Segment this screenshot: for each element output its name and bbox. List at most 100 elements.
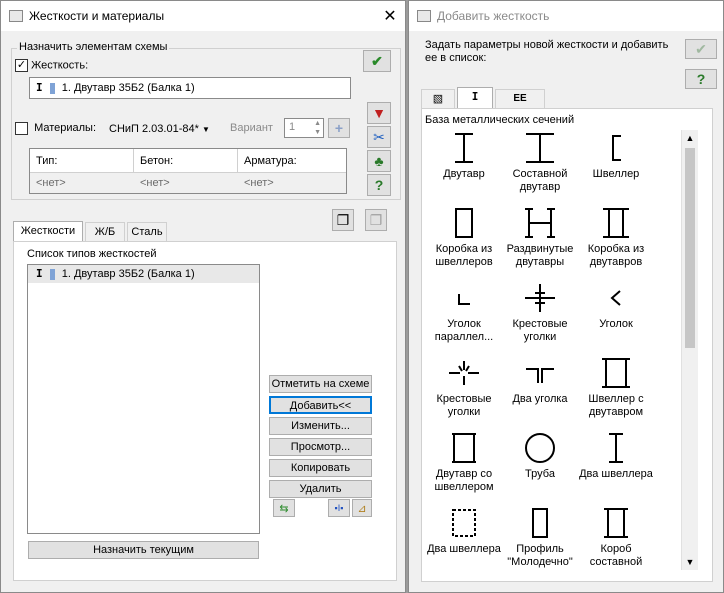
section-item[interactable]: Профиль "Молодечно" bbox=[502, 505, 578, 580]
stiffness-value: 1. Двутавр 35Б2 (Балка 1) bbox=[61, 82, 195, 94]
section-item[interactable]: Раздвинутые двутавры bbox=[502, 205, 578, 280]
section-item[interactable]: Коробка из двутавров bbox=[578, 205, 654, 280]
section-label: Профиль "Молодечно" bbox=[507, 543, 573, 568]
section-label: Коробка из швеллеров bbox=[435, 243, 493, 268]
ruler-icon[interactable]: ⊿ bbox=[352, 499, 372, 517]
section-label: Два уголка bbox=[512, 393, 568, 405]
scissors-icon[interactable]: ✂ bbox=[367, 126, 391, 148]
norm-value: СНиП 2.03.01-84* bbox=[109, 123, 199, 135]
materials-row[interactable]: Материалы: bbox=[15, 122, 96, 135]
table-header-concrete: Бетон: bbox=[134, 149, 238, 172]
cross-angles-icon bbox=[520, 280, 560, 316]
section-item[interactable]: Крестовые уголки bbox=[426, 355, 502, 430]
apply-check-button[interactable]: ✔ bbox=[685, 39, 717, 59]
copy-pages-icon[interactable]: ❐ bbox=[332, 209, 354, 231]
list-item[interactable]: I 1. Двутавр 35Б2 (Балка 1) bbox=[28, 265, 259, 283]
table-cell-rebar: <нет> bbox=[244, 177, 274, 189]
stiffness-checkbox-row[interactable]: ✓ Жесткость: bbox=[15, 59, 88, 72]
title-bar: Добавить жесткость bbox=[409, 1, 723, 31]
mark-on-scheme-button[interactable]: Отметить на схеме bbox=[269, 375, 372, 393]
help-icon[interactable]: ? bbox=[367, 174, 391, 196]
section-item[interactable]: Швеллер bbox=[578, 130, 654, 205]
sections-icon[interactable]: ▪I▪ bbox=[328, 499, 350, 517]
two-channels-box-icon bbox=[444, 505, 484, 541]
section-label: Уголок параллел... bbox=[434, 318, 494, 343]
chevron-down-icon: ▼ bbox=[201, 125, 210, 134]
paste-pages-icon[interactable]: ❐ bbox=[365, 209, 387, 231]
i-beam-icon: I bbox=[36, 267, 43, 280]
edit-button[interactable]: Изменить... bbox=[269, 417, 372, 435]
stiffness-materials-window: Жесткости и материалы ✕ Назначить элемен… bbox=[0, 0, 406, 593]
section-item[interactable]: Короб составной bbox=[578, 505, 654, 580]
section-label: Два швеллера bbox=[579, 468, 653, 480]
description-text: Задать параметры новой жесткости и добав… bbox=[425, 39, 669, 64]
variant-spinner[interactable]: 1 ▲ ▼ bbox=[284, 118, 324, 138]
angle-icon bbox=[596, 280, 636, 316]
scrollbar-thumb[interactable] bbox=[685, 148, 695, 348]
tab-steel-sections[interactable]: I bbox=[457, 87, 493, 109]
window-icon bbox=[9, 10, 23, 22]
filter-icon[interactable]: ▼ bbox=[367, 102, 391, 124]
section-label: Швеллер с двутавром bbox=[588, 393, 644, 418]
tab-composite-sections[interactable]: EE bbox=[495, 89, 545, 109]
section-item[interactable]: Уголок параллел... bbox=[426, 280, 502, 355]
window-title: Добавить жесткость bbox=[437, 9, 550, 23]
add-button[interactable]: Добавить<< bbox=[269, 396, 372, 414]
spinner-arrows-icon[interactable]: ▲ ▼ bbox=[314, 119, 321, 137]
angle-parallel-icon bbox=[444, 280, 484, 316]
channel-with-i-beam-icon bbox=[596, 355, 636, 391]
window-title: Жесткости и материалы bbox=[29, 9, 165, 23]
section-item[interactable]: Два уголка bbox=[502, 355, 578, 430]
channel-icon bbox=[596, 130, 636, 166]
database-label: База металлических сечений bbox=[425, 114, 575, 126]
table-header-type: Тип: bbox=[30, 149, 134, 172]
sections-scrollbar[interactable]: ▲ ▼ bbox=[681, 130, 698, 570]
section-item[interactable]: Труба bbox=[502, 430, 578, 505]
two-angles-icon bbox=[520, 355, 560, 391]
section-label: Швеллер bbox=[592, 168, 640, 180]
tab-steel[interactable]: Сталь bbox=[127, 222, 167, 242]
tab-generic-section[interactable]: ▧ bbox=[421, 89, 455, 109]
section-item[interactable]: Швеллер с двутавром bbox=[578, 355, 654, 430]
apply-check-button[interactable]: ✔ bbox=[363, 50, 391, 72]
variant-label: Вариант bbox=[230, 122, 273, 134]
section-item[interactable]: Составной двутавр bbox=[502, 130, 578, 205]
table-cell-concrete: <нет> bbox=[140, 177, 170, 189]
materials-checkbox[interactable] bbox=[15, 122, 28, 135]
help-icon[interactable]: ? bbox=[685, 69, 717, 89]
brush-icon[interactable]: ♣ bbox=[367, 150, 391, 172]
close-button[interactable]: ✕ bbox=[375, 6, 405, 26]
scroll-up-arrow-icon[interactable]: ▲ bbox=[682, 130, 698, 146]
section-item[interactable]: Двутавр bbox=[426, 130, 502, 205]
section-item[interactable]: Крестовые уголки bbox=[502, 280, 578, 355]
composite-i-beam-icon bbox=[520, 130, 560, 166]
scroll-down-arrow-icon[interactable]: ▼ bbox=[682, 554, 698, 570]
copy-button[interactable]: Копировать bbox=[269, 459, 372, 477]
section-label: Два швеллера bbox=[427, 543, 501, 555]
stiffness-checkbox[interactable]: ✓ bbox=[15, 59, 28, 72]
tab-reinforced-concrete[interactable]: Ж/Б bbox=[85, 222, 125, 242]
list-title: Список типов жесткостей bbox=[27, 248, 157, 260]
assign-current-button[interactable]: Назначить текущим bbox=[28, 541, 259, 559]
norm-select[interactable]: СНиП 2.03.01-84* ▼ bbox=[109, 123, 210, 135]
section-item[interactable]: Два швеллера bbox=[578, 430, 654, 505]
stiffness-list[interactable]: I 1. Двутавр 35Б2 (Балка 1) bbox=[27, 264, 260, 534]
add-material-button[interactable]: + bbox=[328, 118, 350, 138]
stiffness-field[interactable]: I 1. Двутавр 35Б2 (Балка 1) bbox=[29, 77, 351, 99]
preview-button[interactable]: Просмотр... bbox=[269, 438, 372, 456]
section-item[interactable]: Два швеллера bbox=[426, 505, 502, 580]
section-item[interactable]: Двутавр со швеллером bbox=[426, 430, 502, 505]
spread-i-beams-icon bbox=[520, 205, 560, 241]
section-item[interactable]: Коробка из швеллеров bbox=[426, 205, 502, 280]
channel-box-icon bbox=[444, 205, 484, 241]
refresh-arrows-icon[interactable]: ⇆ bbox=[273, 499, 295, 517]
section-label: Двутавр bbox=[443, 168, 485, 180]
delete-button[interactable]: Удалить bbox=[269, 480, 372, 498]
tab-stiffness[interactable]: Жесткости bbox=[13, 221, 83, 241]
assign-group-label: Назначить элементам схемы bbox=[17, 41, 170, 53]
i-beam-icon bbox=[444, 130, 484, 166]
table-header-rebar: Арматура: bbox=[244, 155, 297, 167]
i-beam-icon: I bbox=[471, 90, 479, 103]
section-item[interactable]: Уголок bbox=[578, 280, 654, 355]
color-swatch bbox=[49, 82, 55, 94]
